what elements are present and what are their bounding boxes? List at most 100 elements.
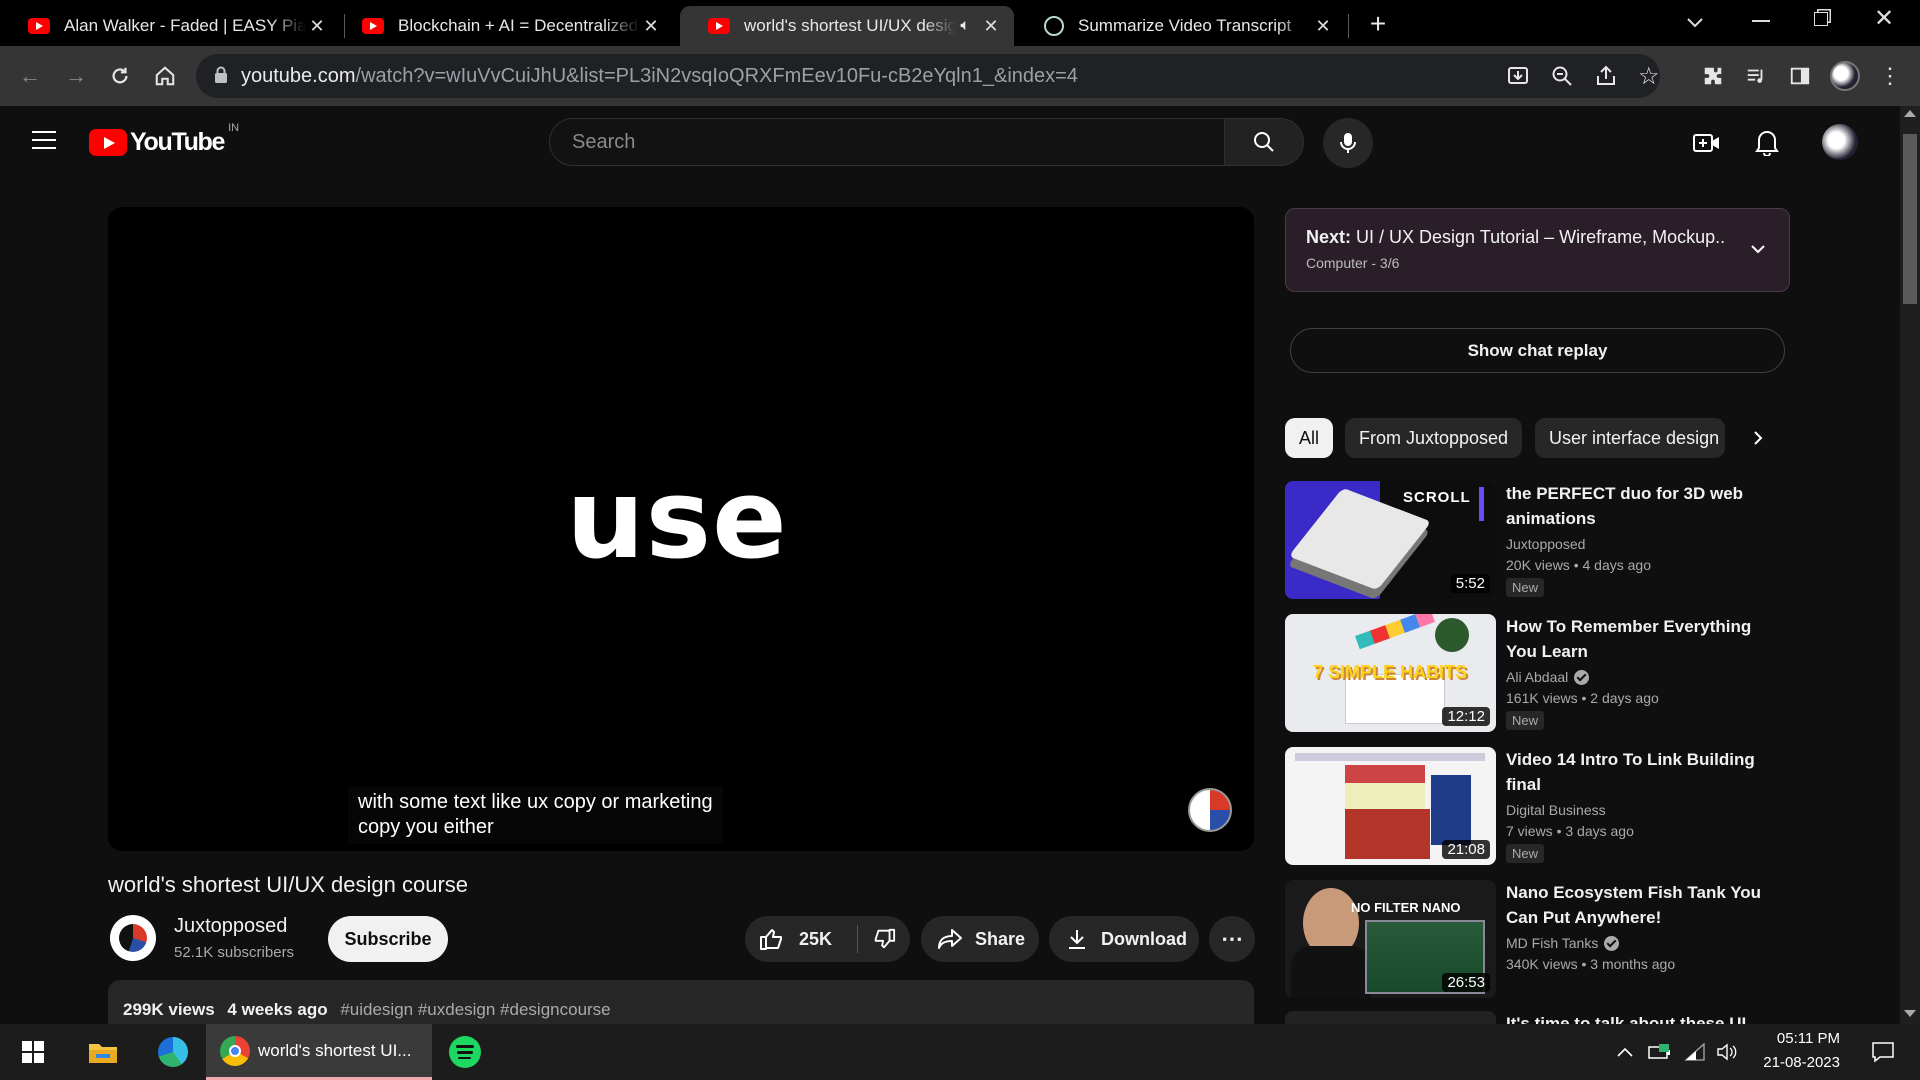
close-tab-icon[interactable]: ✕ <box>640 16 662 37</box>
create-video-icon[interactable] <box>1692 131 1722 155</box>
file-explorer-icon[interactable] <box>80 1024 126 1080</box>
video-title[interactable]: Video 14 Intro To Link Building final <box>1506 747 1776 797</box>
recommended-video[interactable]: SCROLL 5:52 the PERFECT duo for 3D web a… <box>1285 481 1785 601</box>
playlist-position: Computer - 3/6 <box>1306 255 1400 271</box>
tab-summarize[interactable]: Summarize Video Transcript ✕ <box>1016 6 1346 46</box>
clock-time[interactable]: 05:11 PM <box>1758 1030 1840 1047</box>
hashtags[interactable]: #uidesign #uxdesign #designcourse <box>340 1000 610 1019</box>
chip-user-interface-design[interactable]: User interface design <box>1535 418 1725 458</box>
hamburger-menu-icon[interactable] <box>32 131 56 151</box>
download-button[interactable]: Download <box>1049 916 1199 962</box>
spotify-icon[interactable] <box>442 1024 488 1080</box>
tab-blockchain[interactable]: Blockchain + AI = Decentralized A ✕ <box>334 6 674 46</box>
voice-search-button[interactable] <box>1323 118 1373 168</box>
edge-browser-icon[interactable] <box>150 1024 196 1080</box>
like-dislike-group: 25K <box>745 916 910 962</box>
scroll-up-arrow[interactable] <box>1904 110 1916 117</box>
back-icon[interactable]: ← <box>10 46 50 106</box>
video-thumbnail[interactable] <box>1285 1011 1496 1024</box>
address-bar[interactable]: youtube.com/watch?v=wIuVvCuiJhU&list=PL3… <box>196 54 1660 98</box>
page-scrollbar[interactable] <box>1900 106 1920 1024</box>
share-page-icon[interactable] <box>1594 64 1618 88</box>
tab-search-icon[interactable] <box>1683 10 1707 34</box>
recommended-video[interactable]: It's time to talk about these UI <box>1285 1011 1785 1024</box>
close-window-icon[interactable]: ✕ <box>1874 4 1894 33</box>
channel-name[interactable]: Juxtopposed <box>174 915 287 938</box>
dislike-button[interactable] <box>858 916 910 962</box>
like-button[interactable]: 25K <box>745 916 857 962</box>
account-avatar[interactable] <box>1822 124 1858 160</box>
channel-name[interactable]: Digital Business <box>1506 802 1606 818</box>
chip-all[interactable]: All <box>1285 418 1334 458</box>
lock-icon[interactable] <box>214 66 228 84</box>
video-thumbnail[interactable]: NO FILTER NANO 26:53 <box>1285 880 1496 998</box>
battery-icon[interactable] <box>1646 1024 1674 1080</box>
notifications-bell-icon[interactable] <box>1754 128 1780 157</box>
recommended-video[interactable]: NO FILTER NANO 26:53 Nano Ecosystem Fish… <box>1285 880 1785 1000</box>
recommended-video[interactable]: 7 SIMPLE HABITS 12:12 How To Remember Ev… <box>1285 614 1785 734</box>
windows-start-icon[interactable] <box>10 1024 56 1080</box>
hidden-icons-chevron-up-icon[interactable] <box>1612 1024 1638 1080</box>
url-text[interactable]: youtube.com/watch?v=wIuVvCuiJhU&list=PL3… <box>241 65 1078 88</box>
wifi-icon[interactable] <box>1680 1024 1710 1080</box>
reload-icon[interactable] <box>100 46 140 106</box>
video-title[interactable]: It's time to talk about these UI <box>1506 1011 1776 1024</box>
show-chat-replay-button[interactable]: Show chat replay <box>1290 328 1785 373</box>
channel-watermark[interactable] <box>1188 788 1232 832</box>
youtube-icon <box>28 18 50 34</box>
caption-line: copy you either <box>358 816 494 838</box>
video-title[interactable]: the PERFECT duo for 3D web animations <box>1506 481 1776 531</box>
zoom-icon[interactable] <box>1550 64 1574 88</box>
search-button[interactable] <box>1224 118 1304 166</box>
playlist-next-panel[interactable]: Next: UI / UX Design Tutorial – Wirefram… <box>1285 208 1790 292</box>
video-title[interactable]: Nano Ecosystem Fish Tank You Can Put Any… <box>1506 880 1776 930</box>
new-badge: New <box>1506 711 1545 730</box>
taskbar-chrome-active[interactable]: world's shortest UI... <box>206 1024 432 1080</box>
video-thumbnail[interactable]: 21:08 <box>1285 747 1496 865</box>
video-title[interactable]: How To Remember Everything You Learn <box>1506 614 1776 664</box>
chevron-down-icon[interactable] <box>1748 239 1768 259</box>
bookmark-star-icon[interactable]: ☆ <box>1638 62 1660 91</box>
chrome-menu-icon[interactable]: ⋮ <box>1870 46 1910 106</box>
search-input[interactable] <box>550 119 1224 165</box>
channel-avatar[interactable] <box>110 915 156 961</box>
restore-icon[interactable] <box>1814 12 1828 26</box>
youtube-icon <box>708 18 730 34</box>
volume-icon[interactable] <box>1712 1024 1742 1080</box>
share-button[interactable]: Share <box>921 916 1039 962</box>
chevron-right-icon[interactable] <box>1748 428 1768 448</box>
extensions-icon[interactable] <box>1693 46 1733 106</box>
media-controls-icon[interactable] <box>1736 46 1776 106</box>
notification-center-icon[interactable] <box>1860 1024 1906 1080</box>
video-duration: 5:52 <box>1450 574 1490 593</box>
minimize-icon[interactable] <box>1752 20 1770 22</box>
channel-name[interactable]: Ali Abdaal <box>1506 669 1568 685</box>
profile-avatar[interactable] <box>1825 46 1865 106</box>
video-duration: 21:08 <box>1442 840 1490 859</box>
close-tab-icon[interactable]: ✕ <box>980 16 1002 37</box>
search-box <box>549 118 1225 166</box>
channel-name[interactable]: Juxtopposed <box>1506 536 1585 552</box>
next-up: Next: UI / UX Design Tutorial – Wirefram… <box>1306 227 1726 248</box>
channel-name[interactable]: MD Fish Tanks <box>1506 935 1598 951</box>
clock-date[interactable]: 21-08-2023 <box>1744 1054 1840 1071</box>
more-actions-button[interactable]: ⋯ <box>1209 916 1255 962</box>
close-tab-icon[interactable]: ✕ <box>1312 16 1334 37</box>
subscribe-button[interactable]: Subscribe <box>328 916 448 962</box>
scrollbar-thumb[interactable] <box>1903 134 1917 304</box>
side-panel-icon[interactable] <box>1780 46 1820 106</box>
close-tab-icon[interactable]: ✕ <box>306 16 328 37</box>
speaker-icon[interactable]: 🔈︎ <box>960 17 970 35</box>
recommended-video[interactable]: 21:08 Video 14 Intro To Link Building fi… <box>1285 747 1785 867</box>
tab-alan-walker[interactable]: Alan Walker - Faded | EASY Piano ✕ <box>0 6 340 46</box>
install-app-icon[interactable] <box>1506 64 1530 88</box>
video-thumbnail[interactable]: SCROLL 5:52 <box>1285 481 1496 599</box>
youtube-logo[interactable]: YouTube IN <box>89 122 239 157</box>
new-tab-icon[interactable]: + <box>1362 6 1394 42</box>
tab-ui-ux-course[interactable]: world's shortest UI/UX design 🔈︎ ✕ <box>680 6 1014 46</box>
video-thumbnail[interactable]: 7 SIMPLE HABITS 12:12 <box>1285 614 1496 732</box>
forward-icon[interactable]: → <box>56 46 96 106</box>
home-icon[interactable] <box>145 46 185 106</box>
scroll-down-arrow[interactable] <box>1904 1010 1916 1017</box>
chip-from-juxtopposed[interactable]: From Juxtopposed <box>1345 418 1523 458</box>
